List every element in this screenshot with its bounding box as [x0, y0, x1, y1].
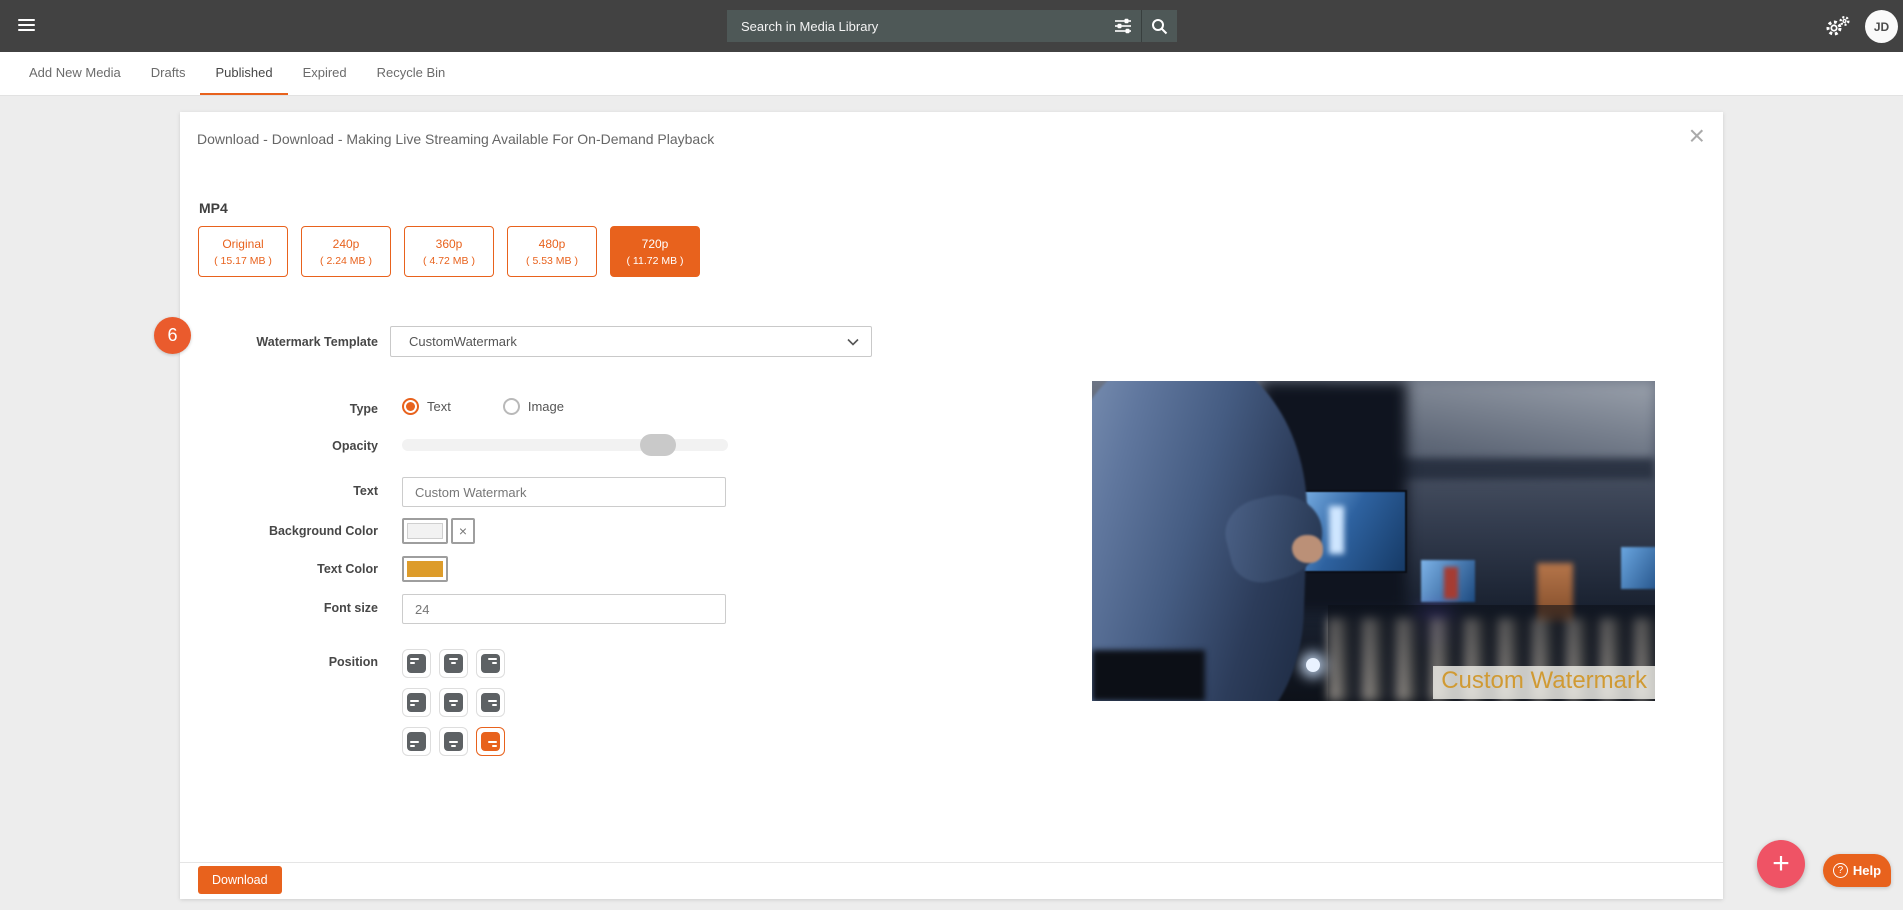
background-color-label: Background Color [188, 524, 378, 538]
text-color-swatch[interactable] [402, 556, 448, 582]
radio-text[interactable] [402, 398, 419, 415]
dialog-title: Download - Download - Making Live Stream… [197, 131, 714, 147]
quality-label: 360p [436, 237, 463, 251]
background-color-clear-button[interactable]: × [451, 518, 475, 544]
position-label: Position [188, 655, 378, 669]
tab-drafts[interactable]: Drafts [136, 52, 201, 95]
background-color-control: × [402, 518, 475, 544]
watermark-template-label: Watermark Template [188, 335, 378, 349]
preview-scene-figure [1444, 567, 1458, 599]
type-label: Type [188, 402, 378, 416]
plus-icon: + [1772, 847, 1790, 881]
quality-720p-button[interactable]: 720p ( 11.72 MB ) [610, 226, 700, 277]
step-number-badge: 6 [154, 317, 191, 354]
preview-scene-speaker-leg [1092, 650, 1205, 701]
position-top-center-button[interactable] [439, 649, 468, 678]
preview-scene-tv-screen [1621, 547, 1655, 589]
close-icon[interactable]: × [1689, 122, 1705, 150]
quality-size: ( 15.17 MB ) [214, 255, 272, 267]
settings-gears-icon[interactable] [1825, 15, 1851, 42]
watermark-text-input[interactable] [402, 477, 726, 507]
position-grid [402, 649, 505, 756]
text-color-control [402, 556, 448, 582]
hamburger-menu-icon[interactable] [18, 19, 35, 34]
quality-options: Original ( 15.17 MB ) 240p ( 2.24 MB ) 3… [198, 226, 700, 277]
tab-expired[interactable]: Expired [288, 52, 362, 95]
format-heading: MP4 [199, 200, 228, 216]
opacity-label: Opacity [188, 439, 378, 453]
filter-sliders-icon[interactable] [1105, 10, 1141, 42]
position-top-right-button[interactable] [476, 649, 505, 678]
search-icon[interactable] [1141, 10, 1177, 42]
quality-label: 240p [333, 237, 360, 251]
position-bottom-right-button[interactable] [476, 727, 505, 756]
search-input[interactable] [727, 10, 1105, 42]
radio-image[interactable] [503, 398, 520, 415]
position-middle-right-button[interactable] [476, 688, 505, 717]
quality-size: ( 2.24 MB ) [320, 255, 372, 267]
radio-text-label[interactable]: Text [427, 399, 451, 414]
text-color-label: Text Color [188, 562, 378, 576]
quality-label: 480p [539, 237, 566, 251]
quality-240p-button[interactable]: 240p ( 2.24 MB ) [301, 226, 391, 277]
font-size-label: Font size [188, 601, 378, 615]
add-fab-button[interactable]: + [1757, 840, 1805, 888]
tab-published[interactable]: Published [200, 52, 287, 95]
position-middle-center-button[interactable] [439, 688, 468, 717]
position-bottom-left-button[interactable] [402, 727, 431, 756]
app-window: JD Add New Media Drafts Published Expire… [0, 0, 1903, 910]
question-circle-icon: ? [1833, 863, 1848, 878]
download-dialog: Download - Download - Making Live Stream… [180, 112, 1723, 899]
user-avatar[interactable]: JD [1865, 10, 1898, 43]
quality-original-button[interactable]: Original ( 15.17 MB ) [198, 226, 288, 277]
help-button[interactable]: ? Help [1823, 854, 1891, 887]
radio-image-label[interactable]: Image [528, 399, 564, 414]
quality-size: ( 11.72 MB ) [627, 255, 684, 267]
select-value: CustomWatermark [409, 334, 847, 349]
background-color-swatch[interactable] [402, 518, 448, 544]
tab-bar: Add New Media Drafts Published Expired R… [0, 52, 1903, 96]
background-color-swatch-fill [407, 523, 443, 539]
preview-watermark-overlay: Custom Watermark [1433, 666, 1655, 699]
opacity-slider[interactable] [402, 439, 728, 451]
footer-divider [180, 862, 1723, 863]
font-size-input[interactable] [402, 594, 726, 624]
opacity-handle[interactable] [640, 434, 676, 456]
tab-add-new-media[interactable]: Add New Media [14, 52, 136, 95]
watermark-template-select[interactable]: CustomWatermark [390, 326, 872, 357]
quality-size: ( 5.53 MB ) [526, 255, 578, 267]
quality-label: 720p [642, 237, 669, 251]
position-bottom-center-button[interactable] [439, 727, 468, 756]
search-bar [727, 10, 1177, 42]
quality-size: ( 4.72 MB ) [423, 255, 475, 267]
quality-label: Original [222, 237, 263, 251]
text-color-swatch-fill [407, 561, 443, 577]
position-middle-left-button[interactable] [402, 688, 431, 717]
text-label: Text [188, 484, 378, 498]
tab-recycle-bin[interactable]: Recycle Bin [362, 52, 461, 95]
download-button[interactable]: Download [198, 866, 282, 894]
quality-480p-button[interactable]: 480p ( 5.53 MB ) [507, 226, 597, 277]
top-bar: JD [0, 0, 1903, 52]
position-top-left-button[interactable] [402, 649, 431, 678]
preview-scene-speaker-hand [1292, 535, 1323, 564]
help-label: Help [1853, 863, 1881, 878]
type-radio-group: Text Image [402, 398, 616, 415]
watermark-preview-image: Custom Watermark [1092, 381, 1655, 701]
chevron-down-icon [847, 338, 859, 346]
quality-360p-button[interactable]: 360p ( 4.72 MB ) [404, 226, 494, 277]
